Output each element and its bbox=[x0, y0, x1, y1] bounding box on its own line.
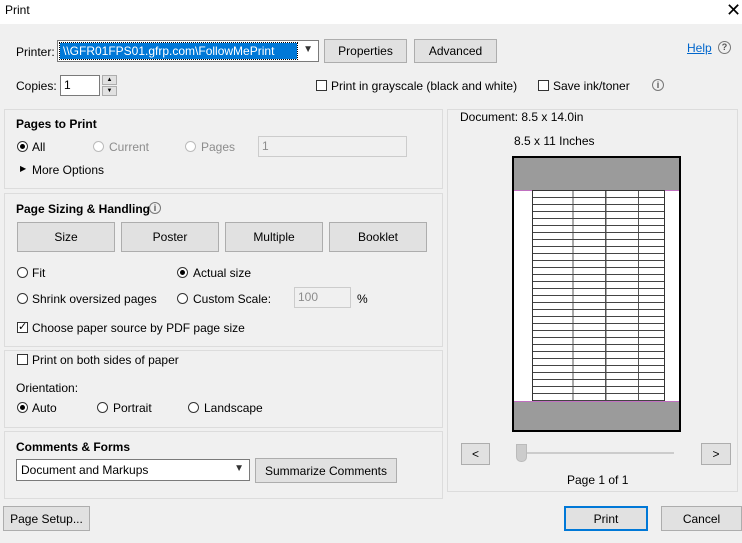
pages-range-label: Pages bbox=[201, 140, 236, 154]
more-options-toggle[interactable]: More Options bbox=[32, 163, 104, 177]
save-ink-checkbox[interactable] bbox=[538, 80, 549, 91]
preview-header-band bbox=[514, 158, 679, 191]
paper-source-label: Choose paper source by PDF page size bbox=[32, 321, 245, 335]
copies-input[interactable]: 1 bbox=[60, 75, 100, 96]
close-icon[interactable]: ✕ bbox=[726, 0, 741, 20]
custom-scale-radio[interactable] bbox=[177, 293, 188, 304]
pages-range-input[interactable]: 1 bbox=[258, 136, 407, 157]
next-page-button[interactable]: > bbox=[701, 443, 731, 465]
both-sides-label: Print on both sides of paper bbox=[32, 353, 179, 367]
percent-label: % bbox=[357, 292, 368, 306]
actual-size-radio[interactable] bbox=[177, 267, 188, 278]
chevron-down-icon: ▼ bbox=[303, 44, 313, 55]
printer-select-value: \\GFR01FPS01.gfrp.com\FollowMePrint bbox=[59, 42, 298, 60]
copies-down-icon[interactable]: ▼ bbox=[102, 86, 117, 96]
orientation-label: Orientation: bbox=[16, 381, 79, 395]
print-button[interactable]: Print bbox=[564, 506, 648, 531]
page-slider-track[interactable] bbox=[516, 452, 674, 454]
shrink-oversized-radio[interactable] bbox=[17, 293, 28, 304]
help-link[interactable]: Help bbox=[687, 41, 712, 55]
summarize-comments-button[interactable]: Summarize Comments bbox=[255, 458, 397, 483]
orientation-landscape-label: Landscape bbox=[204, 401, 263, 415]
orientation-portrait-label: Portrait bbox=[113, 401, 152, 415]
both-sides-checkbox[interactable] bbox=[17, 354, 28, 365]
page-sizing-title: Page Sizing & Handling bbox=[16, 202, 151, 216]
custom-scale-input[interactable]: 100 bbox=[294, 287, 351, 308]
preview-footer-band bbox=[514, 401, 679, 430]
title-bar: Print ✕ bbox=[0, 0, 742, 24]
properties-button[interactable]: Properties bbox=[324, 39, 407, 63]
cancel-button[interactable]: Cancel bbox=[661, 506, 742, 531]
document-size: Document: 8.5 x 14.0in bbox=[460, 110, 584, 124]
comments-select[interactable]: Document and Markups ▼ bbox=[16, 459, 250, 481]
current-page-radio[interactable] bbox=[93, 141, 104, 152]
save-ink-label: Save ink/toner bbox=[553, 79, 630, 93]
comments-forms-title: Comments & Forms bbox=[16, 440, 131, 454]
help-icon[interactable]: ? bbox=[718, 41, 731, 54]
previous-page-button[interactable]: < bbox=[461, 443, 490, 465]
copies-up-icon[interactable]: ▲ bbox=[102, 75, 117, 85]
booklet-button[interactable]: Booklet bbox=[329, 222, 427, 252]
chevron-down-icon: ▼ bbox=[234, 463, 244, 474]
orientation-auto-radio[interactable] bbox=[17, 402, 28, 413]
printer-label: Printer: bbox=[16, 45, 55, 59]
window-title: Print bbox=[5, 3, 30, 17]
current-page-label: Current bbox=[109, 140, 150, 154]
page-setup-button[interactable]: Page Setup... bbox=[3, 506, 90, 531]
expand-triangle-icon[interactable]: ▶ bbox=[20, 164, 26, 173]
pages-to-print-title: Pages to Print bbox=[16, 117, 97, 131]
advanced-button[interactable]: Advanced bbox=[414, 39, 497, 63]
pages-range-radio[interactable] bbox=[185, 141, 196, 152]
orientation-auto-label: Auto bbox=[32, 401, 57, 415]
info-icon[interactable]: i bbox=[652, 79, 664, 91]
orientation-portrait-radio[interactable] bbox=[97, 402, 108, 413]
all-pages-label: All bbox=[32, 140, 46, 154]
orientation-landscape-radio[interactable] bbox=[188, 402, 199, 413]
sizing-info-icon[interactable]: i bbox=[149, 202, 161, 214]
printer-select[interactable]: \\GFR01FPS01.gfrp.com\FollowMePrint ▼ bbox=[57, 40, 319, 62]
size-button[interactable]: Size bbox=[17, 222, 115, 252]
paper-source-checkbox[interactable] bbox=[17, 320, 28, 333]
all-pages-radio[interactable] bbox=[17, 141, 28, 152]
page-slider-thumb[interactable] bbox=[516, 444, 527, 462]
grayscale-label: Print in grayscale (black and white) bbox=[331, 79, 518, 93]
paper-size: 8.5 x 11 Inches bbox=[514, 134, 595, 148]
grayscale-checkbox[interactable] bbox=[316, 80, 327, 91]
actual-size-label: Actual size bbox=[193, 266, 252, 280]
copies-label: Copies: bbox=[16, 79, 57, 93]
fit-label: Fit bbox=[32, 266, 46, 280]
fit-radio[interactable] bbox=[17, 267, 28, 278]
preview-document-thumbnail bbox=[532, 190, 665, 402]
page-preview bbox=[512, 156, 681, 432]
custom-scale-label: Custom Scale: bbox=[193, 292, 272, 306]
poster-button[interactable]: Poster bbox=[121, 222, 219, 252]
shrink-oversized-label: Shrink oversized pages bbox=[32, 292, 157, 306]
page-indicator: Page 1 of 1 bbox=[567, 473, 629, 487]
comments-select-value: Document and Markups bbox=[21, 463, 149, 477]
multiple-button[interactable]: Multiple bbox=[225, 222, 323, 252]
